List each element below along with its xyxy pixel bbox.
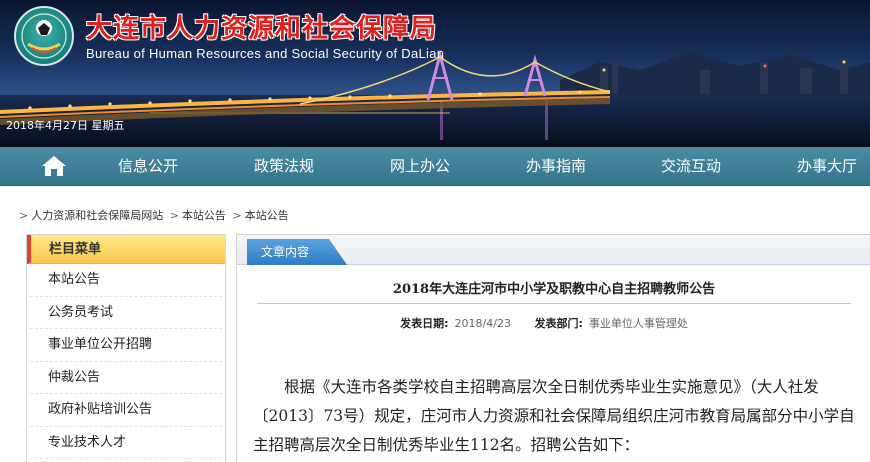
- article-paragraph: 根据《大连市各类学校自主招聘高层次全日制优秀毕业生实施意见》（大人社发〔2013…: [253, 373, 857, 460]
- org-name-en: Bureau of Human Resources and Social Sec…: [86, 46, 444, 61]
- publish-date-label: 发表日期:: [400, 317, 448, 330]
- article-tab-bar: 文章内容: [237, 235, 870, 265]
- sidebar-item-arbitration[interactable]: 仲裁公告: [30, 362, 222, 395]
- current-date: 2018年4月27日 星期五: [6, 117, 125, 133]
- publish-dept-label: 发表部门:: [534, 317, 582, 330]
- sidebar-item-civil-service-exam[interactable]: 公务员考试: [30, 297, 222, 330]
- breadcrumb-separator: >: [170, 209, 179, 222]
- emblem-logo: [14, 6, 74, 66]
- sidebar-menu: 本站公告 公务员考试 事业单位公开招聘 仲裁公告 政府补贴培训公告 专业技术人才: [27, 264, 225, 459]
- main-nav: 信息公开 政策法规 网上办公 办事指南 交流互动 办事大厅: [0, 147, 870, 186]
- breadcrumb-link-site[interactable]: 人力资源和社会保障局网站: [31, 209, 163, 222]
- nav-item-interaction[interactable]: 交流互动: [661, 147, 721, 186]
- sidebar-title: 栏目菜单: [27, 235, 225, 264]
- nav-item-service-guide[interactable]: 办事指南: [526, 147, 586, 186]
- publish-date-value: 2018/4/23: [455, 317, 511, 330]
- org-name-cn: 大连市人力资源和社会保障局: [86, 8, 437, 45]
- nav-item-service-hall[interactable]: 办事大厅: [797, 147, 857, 186]
- site-banner: 大连市人力资源和社会保障局 Bureau of Human Resources …: [0, 0, 870, 147]
- breadcrumb-link-announcements[interactable]: 本站公告: [182, 209, 226, 222]
- sidebar: 栏目菜单 本站公告 公务员考试 事业单位公开招聘 仲裁公告 政府补贴培训公告 专…: [26, 234, 226, 462]
- article-body: 根据《大连市各类学校自主招聘高层次全日制优秀毕业生实施意见》（大人社发〔2013…: [253, 373, 857, 460]
- sidebar-item-announcements[interactable]: 本站公告: [30, 264, 222, 297]
- nav-item-policies[interactable]: 政策法规: [254, 147, 314, 186]
- emblem-icon: [16, 8, 72, 64]
- nav-item-info-disclosure[interactable]: 信息公开: [118, 147, 178, 186]
- publish-dept-value: 事业单位人事管理处: [589, 317, 688, 330]
- article-title: 2018年大连庄河市中小学及职教中心自主招聘教师公告: [237, 278, 870, 297]
- article-meta: 发表日期: 2018/4/23 发表部门: 事业单位人事管理处: [237, 315, 870, 331]
- sidebar-item-subsidized-training[interactable]: 政府补贴培训公告: [30, 394, 222, 427]
- breadcrumb-current: 本站公告: [245, 209, 289, 222]
- breadcrumb-separator: >: [19, 209, 28, 222]
- sidebar-item-public-recruitment[interactable]: 事业单位公开招聘: [30, 329, 222, 362]
- title-divider: [257, 303, 851, 304]
- nav-item-online-office[interactable]: 网上办公: [390, 147, 450, 186]
- tab-article-content[interactable]: 文章内容: [247, 239, 347, 265]
- sidebar-item-professional-talent[interactable]: 专业技术人才: [30, 427, 222, 460]
- breadcrumb: >人力资源和社会保障局网站 >本站公告 >本站公告: [18, 207, 291, 223]
- article-panel: 文章内容 2018年大连庄河市中小学及职教中心自主招聘教师公告 发表日期: 201…: [236, 234, 870, 462]
- home-icon[interactable]: [40, 154, 68, 178]
- breadcrumb-separator: >: [232, 209, 241, 222]
